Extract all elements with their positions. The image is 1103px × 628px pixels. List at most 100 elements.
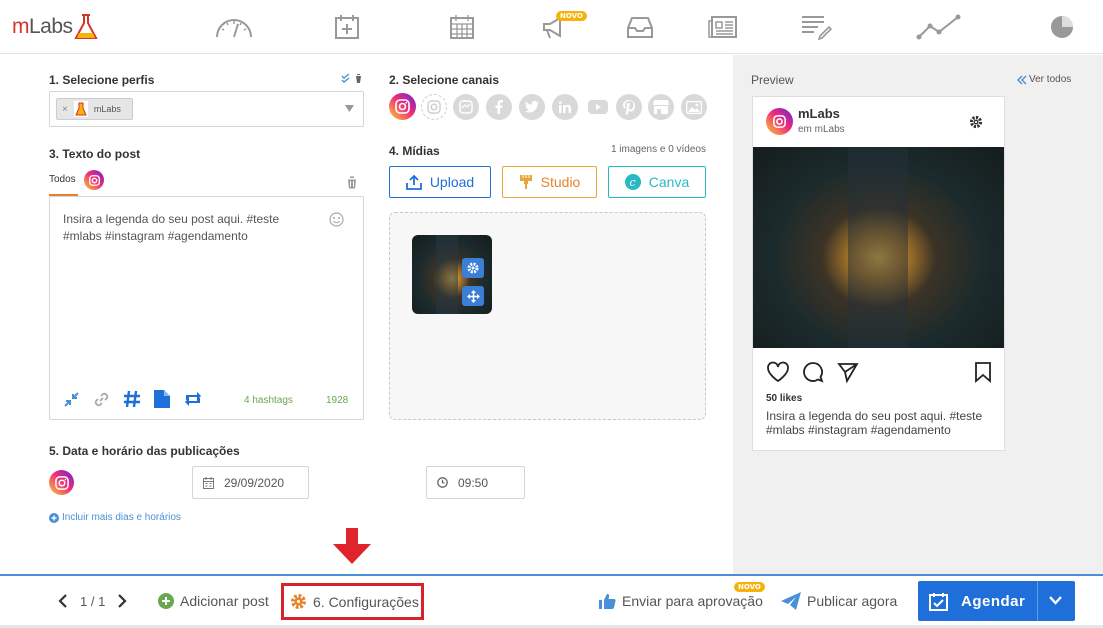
post-pager: 1 / 1	[58, 576, 127, 626]
preview-caption: Insira a legenda do seu post aqui. #test…	[766, 409, 983, 437]
dashboard-gauge-icon[interactable]	[214, 12, 254, 42]
date-field[interactable]: 29/09/2020	[192, 466, 309, 499]
youtube-channel-icon[interactable]	[585, 94, 611, 120]
settings-label: 6. Configurações	[313, 593, 419, 610]
paint-brush-icon	[519, 175, 532, 189]
tab-all[interactable]: Todos	[49, 168, 78, 196]
reports-newspaper-icon[interactable]	[703, 12, 743, 42]
schedule-label: 5. Data e horário das publicações	[49, 444, 240, 458]
media-label: 4. Mídias	[389, 144, 440, 158]
time-field[interactable]: 09:50	[426, 466, 525, 499]
approval-novo-badge: NOVO	[734, 582, 765, 592]
post-text-content[interactable]: Insira a legenda do seu post aqui. #test…	[63, 211, 303, 245]
hashtag-icon[interactable]	[123, 390, 141, 408]
compress-arrows-icon[interactable]	[63, 391, 80, 408]
link-icon[interactable]	[93, 391, 110, 408]
like-heart-icon[interactable]	[766, 361, 790, 383]
emoji-smiley-icon[interactable]	[329, 212, 344, 227]
red-arrow-down-icon	[333, 528, 371, 564]
bottom-action-bar: 1 / 1 Adicionar post 6. Configurações En…	[0, 574, 1103, 628]
logo-labs: Labs	[29, 15, 73, 38]
publish-now-button[interactable]: Publicar agora	[781, 576, 897, 626]
remove-tag-icon[interactable]: ×	[62, 104, 68, 115]
google-my-business-channel-icon[interactable]	[648, 94, 674, 120]
twitter-channel-icon[interactable]	[519, 94, 545, 120]
bookmark-icon[interactable]	[974, 361, 992, 383]
preview-gear-icon[interactable]	[969, 115, 983, 129]
thumbs-up-icon	[599, 593, 616, 609]
linkedin-channel-icon[interactable]	[552, 94, 578, 120]
add-post-button[interactable]: Adicionar post	[158, 576, 269, 626]
send-approval-label: Enviar para aprovação	[622, 593, 763, 609]
double-chevron-left-icon	[1017, 75, 1027, 84]
clock-icon	[437, 477, 448, 488]
next-post-chevron-icon[interactable]	[117, 594, 127, 608]
repost-icon[interactable]	[183, 391, 203, 407]
share-send-icon[interactable]	[837, 361, 859, 383]
publish-now-label: Publicar agora	[807, 593, 898, 609]
comment-bubble-icon[interactable]	[802, 361, 824, 383]
paper-plane-icon	[781, 592, 801, 610]
add-post-label: Adicionar post	[180, 593, 269, 609]
image-gallery-channel-icon[interactable]	[681, 94, 707, 120]
canva-button[interactable]: c Canva	[608, 166, 706, 198]
add-more-dates-link[interactable]: Incluir mais dias e horários	[49, 512, 181, 523]
preview-account-sub: em mLabs	[798, 124, 845, 135]
media-count: 1 imagens e 0 vídeos	[610, 144, 706, 155]
instagram-channel-icon[interactable]	[389, 93, 416, 120]
mlabs-flask-icon	[73, 101, 88, 117]
facebook-channel-icon[interactable]	[486, 94, 512, 120]
preview-account-name: mLabs	[798, 106, 840, 121]
mlabs-logo[interactable]: mLabs	[12, 12, 99, 42]
pinterest-channel-icon[interactable]	[616, 94, 642, 120]
add-circle-icon	[158, 593, 174, 609]
instagram-preview-card: mLabs em mLabs 50 likes Insira a legenda…	[752, 96, 1005, 451]
media-settings-gear-icon[interactable]	[462, 258, 484, 278]
profile-select[interactable]: × mLabs	[49, 91, 364, 127]
char-count: 1928	[326, 395, 349, 406]
schedule-button[interactable]: Agendar	[918, 581, 1075, 621]
media-thumbnail[interactable]	[412, 235, 492, 314]
settings-gear-icon	[291, 594, 306, 609]
calendar-add-icon[interactable]	[327, 12, 367, 42]
upload-button[interactable]: Upload	[389, 166, 491, 198]
media-dropzone[interactable]	[389, 212, 706, 420]
studio-button[interactable]: Studio	[502, 166, 597, 198]
instagram-stories-channel-icon[interactable]	[421, 94, 447, 120]
profiles-label: 1. Selecione perfis	[49, 73, 155, 87]
top-navbar: mLabs NOVO	[0, 0, 1103, 54]
schedule-button-label: Agendar	[961, 592, 1026, 610]
post-text-area[interactable]: Insira a legenda do seu post aqui. #test…	[49, 196, 364, 420]
see-all-link[interactable]: Ver todos	[1017, 74, 1071, 85]
preview-likes: 50 likes	[766, 393, 803, 404]
pie-chart-icon[interactable]	[1042, 12, 1082, 42]
clear-text-trash-icon[interactable]	[346, 176, 358, 189]
see-all-label: Ver todos	[1029, 74, 1072, 85]
chevron-down-icon	[345, 105, 354, 112]
pager-label: 1 / 1	[80, 593, 106, 609]
studio-label: Studio	[540, 174, 581, 190]
select-all-check-icon[interactable]	[341, 73, 350, 83]
tab-instagram-icon[interactable]	[84, 170, 104, 190]
calendar-small-icon	[203, 476, 214, 489]
upload-icon	[405, 174, 422, 190]
preview-avatar	[766, 108, 793, 135]
calendar-icon[interactable]	[442, 12, 482, 42]
messenger-channel-icon[interactable]	[453, 94, 479, 120]
settings-button[interactable]: 6. Configurações	[281, 583, 424, 620]
schedule-dropdown-chevron-icon[interactable]	[1049, 596, 1062, 606]
notes-edit-icon[interactable]	[796, 12, 836, 42]
inbox-icon[interactable]	[620, 12, 660, 42]
flask-icon	[73, 14, 98, 39]
previous-post-chevron-icon[interactable]	[58, 594, 68, 608]
channels-label: 2. Selecione canais	[389, 73, 500, 87]
schedule-instagram-icon	[49, 470, 74, 495]
clear-profiles-trash-icon[interactable]	[354, 73, 363, 83]
document-icon[interactable]	[154, 390, 170, 408]
logo-m: m	[12, 15, 30, 38]
analytics-line-icon[interactable]	[916, 12, 962, 42]
media-move-arrows-icon[interactable]	[462, 286, 484, 306]
canva-label: Canva	[648, 174, 690, 190]
date-value: 29/09/2020	[224, 475, 285, 490]
novo-badge: NOVO	[556, 11, 587, 21]
